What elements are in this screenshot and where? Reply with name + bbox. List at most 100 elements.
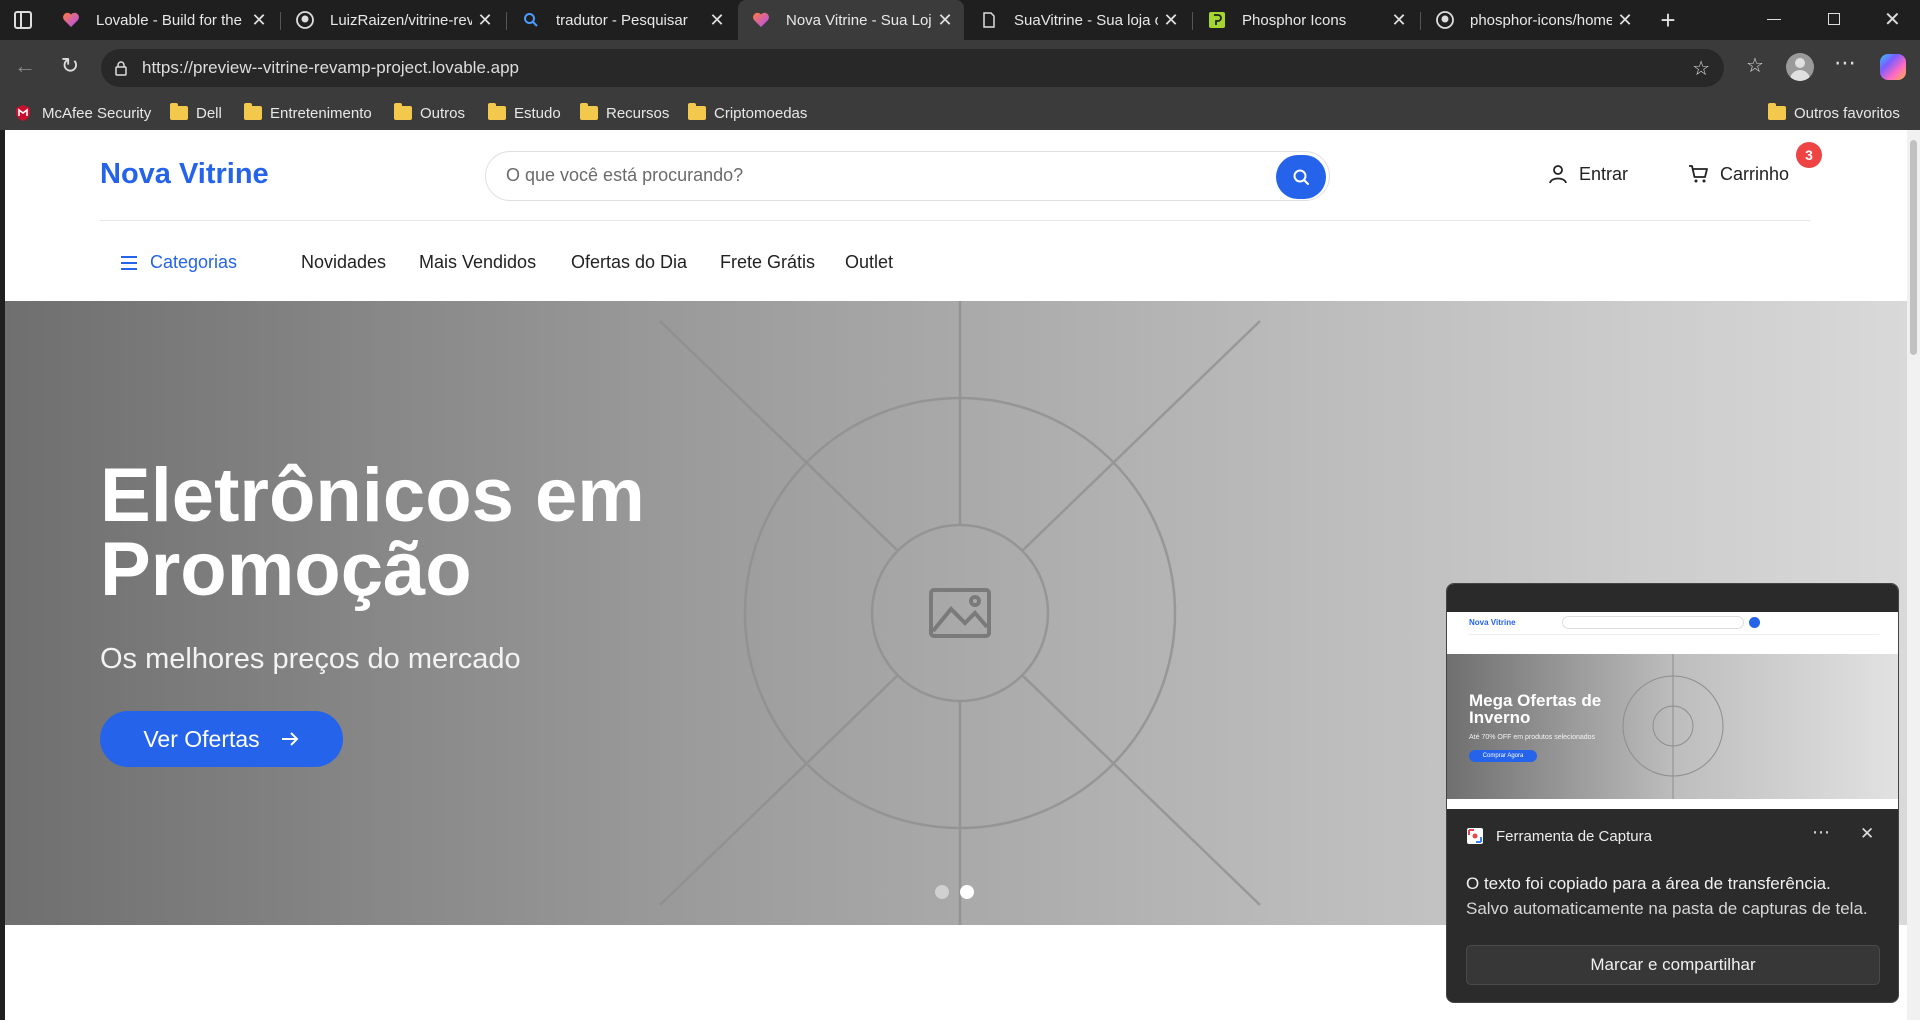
browser-tab-strip: Lovable - Build for the ✕ LuizRaizen/vit… <box>0 0 1920 40</box>
bookmark-folder[interactable]: Estudo <box>488 96 561 130</box>
restore-icon[interactable] <box>1828 13 1840 25</box>
nav-link-novidades[interactable]: Novidades <box>301 252 386 273</box>
search-button[interactable] <box>1276 155 1326 199</box>
back-icon[interactable]: ← <box>10 53 40 79</box>
browser-tab[interactable]: Lovable - Build for the ✕ <box>48 0 278 40</box>
bookmark-folder[interactable]: Dell <box>170 96 222 130</box>
more-options-icon[interactable]: ⋯ <box>1812 822 1830 843</box>
folder-icon <box>488 103 506 120</box>
hero-cta-label: Ver Ofertas <box>143 725 260 752</box>
tab-title: phosphor-icons/home <box>1470 11 1612 29</box>
github-icon <box>1436 11 1454 29</box>
ver-ofertas-button[interactable]: Ver Ofertas <box>100 711 343 767</box>
cart-button[interactable]: Carrinho <box>1688 163 1789 185</box>
close-icon[interactable]: ✕ <box>1386 10 1412 31</box>
browser-tab[interactable]: Phosphor Icons ✕ <box>1194 0 1418 40</box>
login-button[interactable]: Entrar <box>1547 163 1628 185</box>
bookmark-label: Recursos <box>606 104 670 122</box>
tab-actions-icon[interactable] <box>14 11 32 29</box>
mcafee-icon <box>14 104 32 122</box>
user-icon <box>1549 165 1567 184</box>
github-icon <box>296 11 314 29</box>
other-favorites-folder[interactable]: Outros favoritos <box>1768 96 1900 130</box>
close-icon[interactable]: ✕ <box>1612 10 1638 31</box>
minimize-icon[interactable] <box>1767 19 1781 20</box>
scrollbar-thumb[interactable] <box>1910 140 1917 355</box>
bookmark-label: Criptomoedas <box>714 104 808 122</box>
search-bar <box>485 151 1330 201</box>
menu-icon <box>121 255 137 270</box>
browser-tab[interactable]: LuizRaizen/vitrine-reva ✕ <box>282 0 504 40</box>
close-icon[interactable]: ✕ <box>246 10 272 31</box>
notification-message-detail: Salvo automaticamente na pasta de captur… <box>1466 899 1868 918</box>
snipping-tool-notification: Nova Vitrine Mega Ofertas de Inverno Até… <box>1446 583 1899 1003</box>
bookmark-folder[interactable]: Outros <box>394 96 465 130</box>
bookmark-label: Outros favoritos <box>1794 104 1900 122</box>
tab-title: LuizRaizen/vitrine-reva <box>330 11 472 29</box>
nav-link-ofertas-do-dia[interactable]: Ofertas do Dia <box>571 252 687 273</box>
screenshot-thumbnail[interactable]: Nova Vitrine Mega Ofertas de Inverno Até… <box>1447 584 1898 809</box>
thumb-logo: Nova Vitrine <box>1469 618 1516 627</box>
mark-and-share-button[interactable]: Marcar e compartilhar <box>1466 945 1880 985</box>
browser-tab[interactable]: SuaVitrine - Sua loja o ✕ <box>966 0 1190 40</box>
browser-tab[interactable]: phosphor-icons/home ✕ <box>1422 0 1644 40</box>
snipping-tool-icon <box>1466 827 1484 845</box>
address-bar[interactable]: https://preview--vitrine-revamp-project.… <box>101 49 1724 87</box>
bookmark-label: Entretenimento <box>270 104 372 122</box>
tab-title: Lovable - Build for the <box>96 11 242 29</box>
bookmarks-bar: McAfee Security Dell Entretenimento Outr… <box>0 96 1920 130</box>
favorite-star-icon[interactable]: ☆ <box>1692 56 1710 81</box>
notification-app-name: Ferramenta de Captura <box>1496 828 1652 845</box>
carousel-dot-active[interactable] <box>960 885 974 899</box>
page-scrollbar[interactable] <box>1907 130 1920 1020</box>
tab-title: Nova Vitrine - Sua Loja <box>786 11 932 29</box>
reload-icon[interactable]: ↻ <box>55 53 85 79</box>
bookmark-item[interactable]: McAfee Security <box>14 96 151 130</box>
bookmark-folder[interactable]: Recursos <box>580 96 669 130</box>
tab-title: SuaVitrine - Sua loja o <box>1014 11 1158 29</box>
site-info-icon[interactable] <box>113 60 129 76</box>
hero-subtitle: Os melhores preços do mercado <box>100 643 521 675</box>
shopping-cart-icon <box>1689 165 1708 183</box>
thumb-hero-title: Mega Ofertas de Inverno <box>1469 691 1602 727</box>
hero-title: Eletrônicos em Promoção <box>100 453 645 612</box>
carousel-dot[interactable] <box>935 885 949 899</box>
folder-icon <box>688 103 706 120</box>
browser-tab-active[interactable]: Nova Vitrine - Sua Loja ✕ <box>738 0 964 40</box>
close-icon[interactable]: ✕ <box>1860 824 1874 844</box>
bookmark-folder[interactable]: Criptomoedas <box>688 96 807 130</box>
more-options-icon[interactable]: ⋯ <box>1830 50 1860 76</box>
cart-label: Carrinho <box>1720 163 1790 184</box>
browser-tab[interactable]: tradutor - Pesquisar ✕ <box>508 0 736 40</box>
categories-menu-button[interactable]: Categorias <box>120 252 237 273</box>
notification-message: O texto foi copiado para a área de trans… <box>1466 874 1831 893</box>
url-text[interactable]: https://preview--vitrine-revamp-project.… <box>142 58 519 78</box>
copilot-icon[interactable] <box>1880 54 1906 80</box>
folder-icon <box>170 103 188 120</box>
folder-icon <box>1768 103 1786 120</box>
search-icon <box>1293 169 1309 185</box>
cart-count-badge: 3 <box>1796 142 1822 168</box>
favorites-icon[interactable]: ☆ <box>1740 53 1770 78</box>
phosphor-icon <box>1208 11 1226 29</box>
profile-avatar-icon[interactable] <box>1786 53 1814 81</box>
new-tab-icon[interactable]: + <box>1654 6 1682 34</box>
window-close-icon[interactable]: ✕ <box>1884 7 1901 32</box>
folder-icon <box>580 103 598 120</box>
search-input[interactable] <box>506 165 1246 186</box>
close-icon[interactable]: ✕ <box>932 10 958 31</box>
store-logo[interactable]: Nova Vitrine <box>100 158 269 191</box>
close-icon[interactable]: ✕ <box>704 10 730 31</box>
bookmark-label: Outros <box>420 104 466 122</box>
nav-link-outlet[interactable]: Outlet <box>845 252 893 273</box>
nav-link-frete-gratis[interactable]: Frete Grátis <box>720 252 815 273</box>
folder-icon <box>394 103 412 120</box>
close-icon[interactable]: ✕ <box>1158 10 1184 31</box>
close-icon[interactable]: ✕ <box>472 10 498 31</box>
bookmark-folder[interactable]: Entretenimento <box>244 96 372 130</box>
lovable-heart-icon <box>62 11 80 29</box>
folder-icon <box>244 103 262 120</box>
nav-link-mais-vendidos[interactable]: Mais Vendidos <box>419 252 536 273</box>
bookmark-label: Estudo <box>514 104 561 122</box>
arrow-right-icon <box>281 732 299 746</box>
